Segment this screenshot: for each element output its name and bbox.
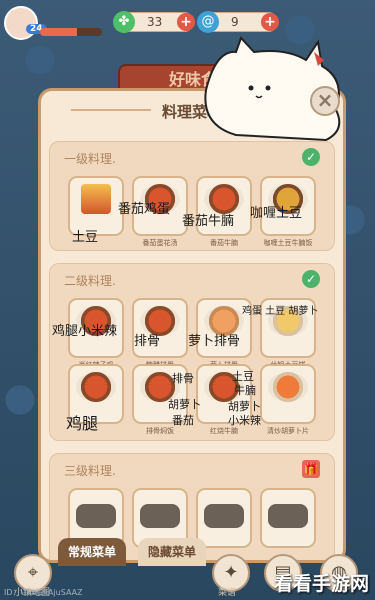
kitchen-label: 菜谱 — [218, 588, 237, 598]
locked-dish-icon — [268, 504, 308, 528]
locked-dish-icon — [140, 504, 180, 528]
dish-name: 番茄蛋花汤 — [142, 239, 178, 247]
add-coins-button[interactable]: + — [177, 13, 195, 31]
check-icon: ✓ — [302, 148, 320, 166]
overlay-label: 鸡腿 — [66, 414, 99, 433]
overlay-label: 萝卜排骨 — [188, 334, 241, 349]
overlay-label: 小米辣 — [228, 414, 261, 427]
locked-dish-card[interactable] — [196, 488, 252, 548]
clover-icon: ✤ — [113, 11, 135, 33]
overlay-label: 胡萝卜 — [168, 398, 201, 411]
overlay-label: 番茄 — [172, 414, 194, 427]
overlay-label: 咖喱土豆 — [250, 206, 303, 221]
close-icon[interactable]: × — [310, 86, 340, 116]
overlay-label: 鸡蛋 土豆 胡萝卜 — [242, 306, 319, 317]
dish-icon — [76, 372, 116, 402]
dish-name: 咖喱土豆牛腩饭 — [263, 239, 313, 247]
section-title: 二级料理. — [64, 274, 116, 288]
gem-value: 9 — [231, 15, 239, 29]
add-gems-button[interactable]: + — [261, 13, 279, 31]
locked-dish-icon — [76, 504, 116, 528]
avatar[interactable] — [4, 6, 38, 40]
dish-name: 清炒胡萝卜片 — [267, 427, 309, 435]
xp-bar — [40, 28, 102, 36]
overlay-label: 番茄鸡蛋 — [118, 202, 171, 217]
watermark: 看看手游网 — [273, 573, 369, 595]
overlay-label: 土豆 — [72, 230, 99, 245]
coin-value: 33 — [147, 15, 163, 29]
gem-counter: @ 9 + — [197, 11, 279, 33]
check-icon: ✓ — [302, 270, 320, 288]
locked-dish-card[interactable] — [260, 488, 316, 548]
section-title: 一级料理. — [64, 152, 116, 166]
locked-dish-icon — [204, 504, 244, 528]
overlay-label: 番茄牛腩 — [182, 214, 235, 229]
dish-name: 番茄牛腩 — [210, 239, 238, 247]
dish-card[interactable]: 糖醋排骨 — [132, 298, 188, 369]
overlay-label: 排骨 — [134, 334, 161, 349]
dish-card[interactable]: 清炒胡萝卜片 — [260, 364, 316, 435]
overlay-label: 鸡腿小米辣 — [52, 324, 118, 339]
fries-icon — [81, 184, 111, 214]
section-title: 三级料理. — [64, 464, 116, 478]
user-id: ID：UKbGnAjuSAAZ — [4, 588, 83, 597]
overlay-label: 排骨 — [172, 372, 194, 385]
overlay-label: 牛腩 — [234, 384, 256, 397]
gift-icon: 🎁 — [302, 460, 320, 478]
xp-fill — [40, 28, 78, 36]
dish-icon — [268, 372, 308, 402]
coin-counter: ✤ 33 + — [113, 11, 195, 33]
